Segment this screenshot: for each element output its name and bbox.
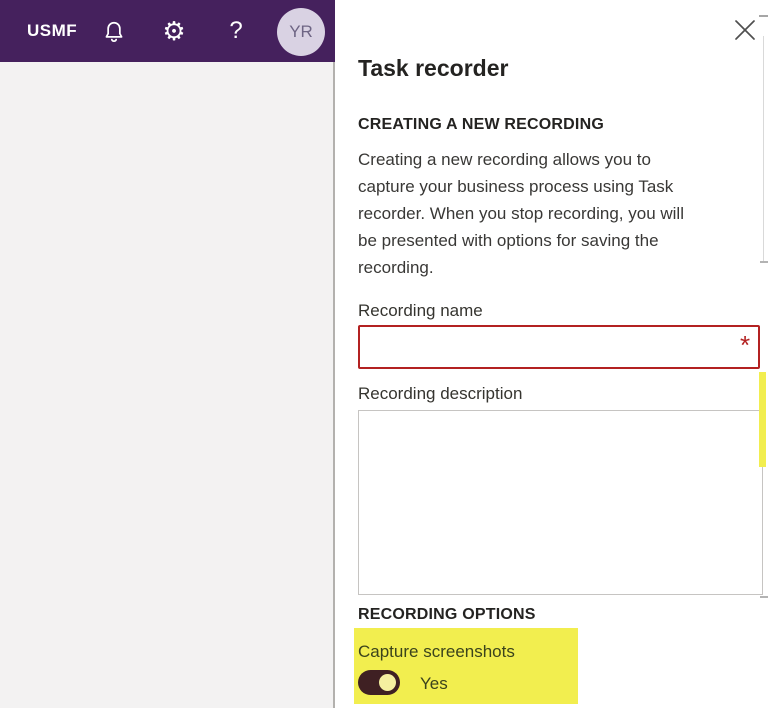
top-nav-bar: USMF ⚙ ? YR — [0, 0, 335, 62]
intro-line: recording. — [358, 254, 758, 281]
intro-line: Creating a new recording allows you to — [358, 146, 758, 173]
recording-name-label: Recording name — [358, 301, 483, 321]
close-icon — [733, 29, 757, 46]
section-heading-creating: CREATING A NEW RECORDING — [358, 116, 604, 134]
capture-screenshots-label: Capture screenshots — [358, 642, 515, 662]
recording-description-label: Recording description — [358, 384, 522, 404]
capture-screenshots-value: Yes — [420, 674, 448, 694]
intro-line: capture your business process using Task — [358, 173, 758, 200]
settings-button[interactable]: ⚙ — [160, 18, 188, 46]
toggle-knob-icon — [379, 674, 396, 691]
section-heading-options: RECORDING OPTIONS — [358, 606, 536, 624]
tutorial-highlight-sliver — [759, 372, 766, 467]
help-icon: ? — [229, 17, 242, 44]
intro-paragraph: Creating a new recording allows you to c… — [358, 146, 758, 281]
app-background — [0, 62, 333, 708]
help-button[interactable]: ? — [226, 14, 246, 48]
notifications-button[interactable] — [101, 19, 127, 45]
edge-artifact-line — [763, 36, 764, 262]
avatar[interactable]: YR — [277, 8, 325, 56]
panel-left-border — [333, 0, 335, 708]
intro-line: recorder. When you stop recording, you w… — [358, 200, 758, 227]
avatar-initials: YR — [289, 22, 313, 42]
close-button[interactable] — [733, 18, 757, 42]
recording-description-textarea[interactable] — [358, 410, 763, 595]
required-asterisk-icon: * — [740, 332, 750, 358]
company-picker[interactable]: USMF — [27, 0, 77, 62]
capture-screenshots-toggle[interactable] — [358, 670, 400, 695]
recording-name-input[interactable] — [358, 325, 760, 369]
page-title: Task recorder — [358, 55, 508, 82]
bell-icon — [101, 32, 127, 49]
gear-icon: ⚙ — [162, 17, 185, 47]
intro-line: be presented with options for saving the — [358, 227, 758, 254]
edge-artifact-line — [760, 596, 768, 598]
edge-artifact-line — [759, 15, 768, 17]
edge-artifact-line — [760, 261, 768, 263]
